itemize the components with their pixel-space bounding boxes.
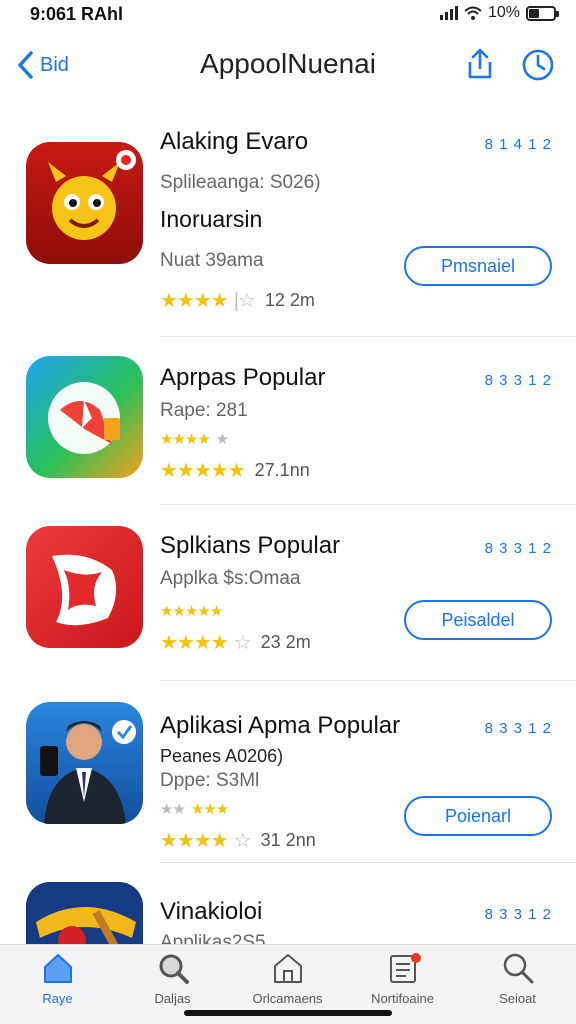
- rating-count: 12 2m: [264, 290, 315, 310]
- app-title: Aprpas Popular: [160, 364, 326, 391]
- app-subtitle: Rape: 281: [160, 400, 248, 421]
- rating-count: 23 2m: [260, 632, 311, 652]
- app-subtitle: Splileaanga: S026): [160, 172, 321, 193]
- magnifier-icon: [159, 954, 189, 984]
- wifi-icon: [464, 6, 482, 20]
- app-list: Alaking Evaro 8 1 4 1 2 Splileaanga: S02…: [0, 110, 576, 944]
- rating-count: 27.1nn: [254, 460, 310, 480]
- app-title: Splkians Popular: [160, 532, 341, 559]
- tab-home[interactable]: Raye: [0, 951, 115, 1006]
- timer-button[interactable]: [520, 46, 556, 82]
- share-button[interactable]: [462, 46, 498, 82]
- star-rating: ★★★★★ 27.1nn: [160, 460, 310, 482]
- app-detail: Nuat 39ama: [160, 250, 264, 271]
- install-button[interactable]: Peisaldel: [404, 600, 552, 640]
- signal-icon: [439, 6, 458, 20]
- tab-search[interactable]: Seioat: [460, 951, 575, 1006]
- app-icon-game: [26, 882, 143, 944]
- app-icon-chat: [26, 356, 143, 478]
- clock-icon: [522, 49, 554, 81]
- tab-bar: Raye Daljas Orlcamaens Nortifoaine Seioa…: [0, 944, 576, 1024]
- divider: [160, 680, 576, 681]
- app-icon-businessman: [26, 702, 143, 824]
- navigation-bar: Bid AppoolNuenai: [0, 36, 576, 96]
- list-item[interactable]: Splkians Popular 8 3 3 1 2 Applka $s:Oma…: [0, 506, 576, 676]
- star-rating: ★★★★ ☆ 31 2nn: [160, 830, 316, 852]
- app-icon-fox: [26, 526, 143, 648]
- tab-label: Orlcamaens: [252, 991, 323, 1006]
- app-meta: 8 1 4 1 2: [484, 136, 552, 153]
- list-item[interactable]: Aplikasi Apma Popular 8 3 3 1 2 Peanes A…: [0, 684, 576, 854]
- divider: [160, 504, 576, 505]
- list-item[interactable]: Vinakioloi 8 3 3 1 2 Applikas2S5: [0, 866, 576, 944]
- tab-label: Daljas: [154, 991, 191, 1006]
- app-detail: Dppe: S3Ml: [160, 770, 260, 791]
- app-icon-mascot: [26, 142, 143, 264]
- app-title: Alaking Evaro: [160, 128, 309, 155]
- star-rating-small: ★★★★★: [160, 801, 229, 818]
- home-indicator: [184, 1010, 392, 1016]
- list-item[interactable]: Aprpas Popular 8 3 3 1 2 Rape: 281 ★★★★ ★…: [0, 338, 576, 508]
- app-category: Inoruarsin: [160, 206, 263, 232]
- app-title: Aplikasi Apma Popular: [160, 712, 401, 739]
- notification-badge: [411, 953, 421, 963]
- app-subtitle: Peanes A0206): [160, 746, 284, 766]
- star-rating-small: ★★★★★: [160, 603, 223, 620]
- tab-notifications[interactable]: Nortifoaine: [345, 951, 460, 1006]
- battery-percent: 10%: [487, 4, 520, 21]
- tab-label: Raye: [42, 991, 73, 1006]
- tab-apps[interactable]: Daljas: [115, 951, 230, 1006]
- app-meta: 8 3 3 1 2: [484, 720, 552, 737]
- app-meta: 8 3 3 1 2: [484, 372, 552, 389]
- status-indicators: 10%: [439, 4, 559, 22]
- app-meta: 8 3 3 1 2: [484, 906, 552, 923]
- rating-count: 31 2nn: [260, 830, 316, 850]
- app-subtitle: Applka $s:Omaa: [160, 568, 301, 589]
- install-button[interactable]: Pmsnaiel: [404, 246, 552, 286]
- tab-label: Nortifoaine: [371, 991, 434, 1006]
- search-icon: [503, 953, 533, 984]
- star-rating: ★★★★ |☆ 12 2m: [160, 290, 315, 312]
- home-icon: [43, 954, 72, 983]
- star-rating-small: ★★★★★: [160, 431, 229, 448]
- app-meta: 8 3 3 1 2: [484, 540, 552, 557]
- battery-icon: [526, 5, 559, 21]
- star-rating: ★★★★ ☆ 23 2m: [160, 632, 311, 654]
- install-button[interactable]: Poienarl: [404, 796, 552, 836]
- status-time: 9:061 RAhl: [30, 4, 124, 24]
- share-icon: [468, 48, 492, 79]
- tab-categories[interactable]: Orlcamaens: [230, 951, 345, 1006]
- app-subtitle: Applikas2S5: [160, 932, 266, 944]
- status-bar: 9:061 RAhl 10%: [0, 0, 576, 32]
- divider: [160, 862, 576, 863]
- house-outline-icon: [273, 954, 302, 983]
- list-item[interactable]: Alaking Evaro 8 1 4 1 2 Splileaanga: S02…: [0, 110, 576, 335]
- app-title: Vinakioloi: [160, 898, 263, 925]
- tab-label: Seioat: [499, 991, 536, 1006]
- divider: [160, 336, 576, 337]
